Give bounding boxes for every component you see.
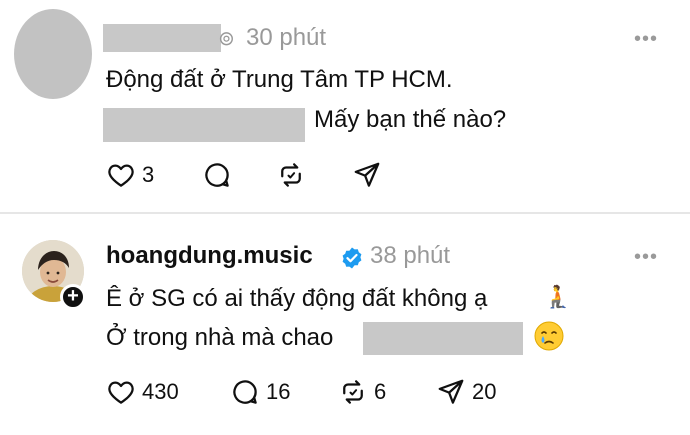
post-text-line-1: Động đất ở Trung Tâm TP HCM. (106, 66, 453, 93)
like-count: 3 (142, 162, 155, 187)
like-count: 430 (142, 379, 179, 404)
repost-button[interactable]: 6 (338, 377, 386, 407)
redacted-username (103, 24, 221, 52)
share-button[interactable] (352, 160, 382, 190)
redacted-text (363, 322, 523, 355)
heart-icon (108, 381, 134, 404)
comment-icon (205, 163, 229, 187)
post-text-line-1: Ê ở SG có ai thấy động đất không ạ (106, 285, 488, 312)
comment-count: 16 (266, 379, 291, 404)
like-button[interactable]: 430 (106, 377, 179, 407)
like-button[interactable]: 3 (106, 160, 154, 190)
more-icon[interactable]: ••• (634, 28, 658, 51)
heart-icon (108, 164, 134, 187)
post-text-line-2: Mấy bạn thế nào? (314, 106, 507, 133)
more-icon[interactable]: ••• (634, 246, 658, 269)
username[interactable]: hoangdung.music (106, 242, 313, 270)
comment-icon (233, 380, 257, 404)
comment-button[interactable]: 16 (230, 377, 290, 407)
verified-badge-icon (342, 247, 362, 269)
avatar[interactable] (14, 9, 92, 99)
follow-plus-icon[interactable]: + (60, 284, 86, 310)
repost-count: 6 (374, 379, 387, 404)
post-2: + hoangdung.music 38 phút ••• Ê ở SG có … (0, 218, 690, 435)
post-time: 30 phút (246, 24, 327, 51)
share-count: 20 (472, 379, 497, 404)
share-icon (438, 379, 464, 404)
comment-button[interactable] (202, 160, 232, 190)
share-button[interactable]: 20 (436, 377, 496, 407)
share-icon (354, 162, 380, 187)
post-text-line-2: Ở trong nhà mà chao (106, 324, 334, 351)
post-time: 38 phút (370, 242, 451, 269)
edited-icon: ⊚ (218, 28, 235, 50)
repost-icon (281, 163, 301, 187)
repost-icon (343, 380, 363, 404)
redacted-text (103, 108, 305, 142)
repost-button[interactable] (276, 160, 306, 190)
crying-face-emoji-icon (534, 321, 564, 351)
post-1: ⊚ 30 phút ••• Động đất ở Trung Tâm TP HC… (0, 0, 690, 212)
person-emoji-icon: 🧎 (544, 284, 572, 309)
divider (0, 212, 690, 214)
